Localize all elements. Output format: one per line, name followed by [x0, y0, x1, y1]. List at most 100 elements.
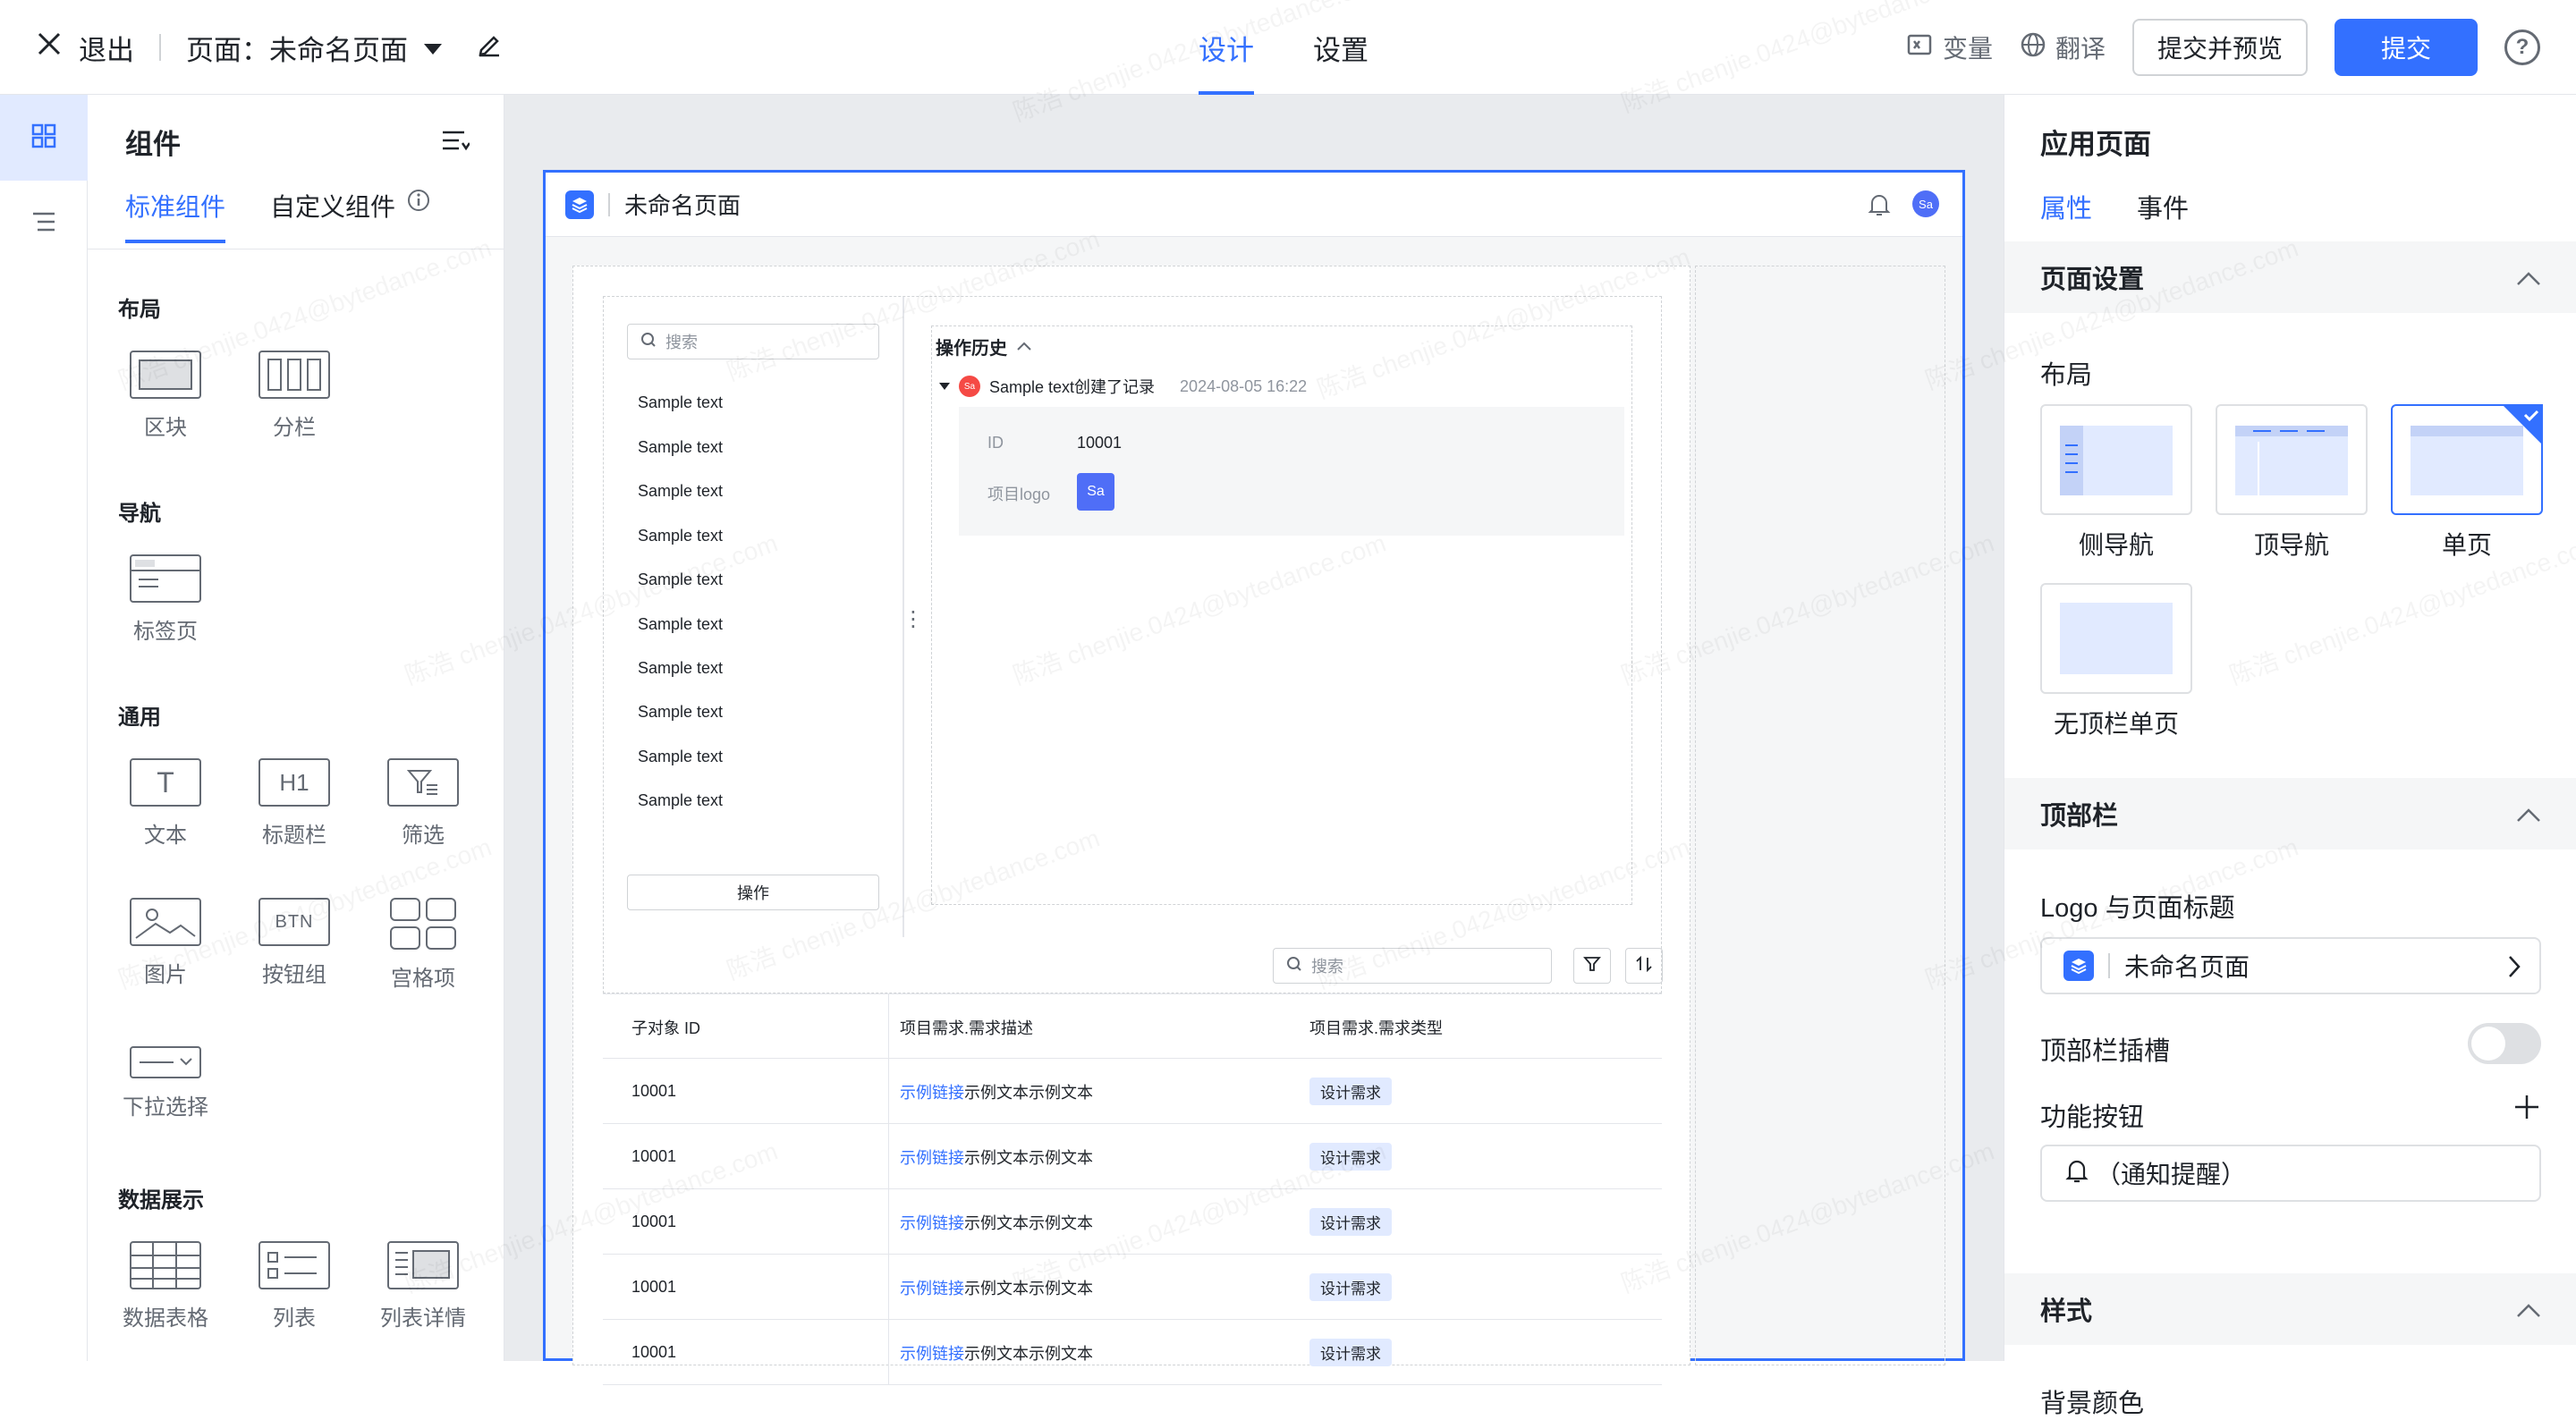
resize-handle-icon[interactable]: ⋮: [902, 606, 924, 632]
list-item[interactable]: Sample text: [638, 527, 723, 545]
column-header[interactable]: 项目需求.需求类型: [1309, 994, 1662, 1060]
history-entry[interactable]: Sa Sample text创建了记录 2024-08-05 16:22: [939, 375, 1307, 398]
logo-title-field[interactable]: 未命名页面: [2040, 937, 2541, 994]
list-item[interactable]: Sample text: [638, 482, 723, 501]
layout-option-side-nav[interactable]: [2040, 404, 2192, 515]
search-placeholder: 搜索: [1311, 958, 1343, 976]
component-title-bar[interactable]: H1 标题栏: [245, 758, 343, 849]
tab-standard-components[interactable]: 标准组件: [125, 188, 226, 243]
component-list[interactable]: 列表: [245, 1241, 343, 1331]
list-item[interactable]: Sample text: [638, 438, 723, 457]
close-icon[interactable]: [36, 30, 63, 64]
layout-label: 布局: [2040, 361, 2093, 390]
text-icon: T: [130, 758, 201, 807]
page-frame[interactable]: 未命名页面 Sa 搜索 Sample text Sample text Samp…: [543, 170, 1965, 1385]
column-header[interactable]: 项目需求.需求描述: [889, 994, 1301, 1060]
component-list-detail[interactable]: 列表详情: [374, 1241, 472, 1331]
layout-option-top-nav[interactable]: [2216, 404, 2368, 515]
plus-icon[interactable]: [2512, 1093, 2541, 1126]
table-row[interactable]: 10001 示例链接 示例文本示例文本 设计需求: [603, 1059, 1662, 1124]
component-grid[interactable]: 宫格项: [374, 898, 472, 992]
operation-button[interactable]: 操作: [627, 875, 879, 910]
submit-preview-button[interactable]: 提交并预览: [2131, 19, 2308, 76]
components-rail-button[interactable]: [0, 95, 88, 181]
search-placeholder: 搜索: [665, 334, 698, 351]
filter-button[interactable]: [1573, 948, 1611, 984]
tab-design[interactable]: 设计: [1199, 0, 1254, 95]
component-label: 列表详情: [380, 1306, 466, 1331]
info-icon[interactable]: [406, 188, 431, 224]
function-button-item[interactable]: （通知提醒）: [2040, 1145, 2541, 1202]
submit-button[interactable]: 提交: [2334, 19, 2478, 76]
component-button-group[interactable]: BTN 按钮组: [245, 898, 343, 988]
chevron-up-icon[interactable]: [1016, 336, 1032, 357]
translate-button[interactable]: 翻译: [2020, 30, 2106, 65]
list-item[interactable]: Sample text: [638, 393, 723, 412]
component-columns[interactable]: 分栏: [245, 351, 343, 441]
layout-option-single-page[interactable]: [2391, 404, 2543, 515]
chevron-up-icon[interactable]: [2516, 801, 2541, 831]
example-link[interactable]: 示例链接: [900, 1211, 964, 1234]
example-link[interactable]: 示例链接: [900, 1276, 964, 1299]
chevron-up-icon[interactable]: [2516, 1297, 2541, 1326]
empty-block[interactable]: [1695, 266, 1945, 1365]
variable-button[interactable]: 变量: [1907, 30, 1993, 65]
caret-down-icon[interactable]: [939, 377, 950, 396]
list-column[interactable]: 搜索 Sample text Sample text Sample text S…: [604, 297, 904, 937]
content-block[interactable]: 搜索 Sample text Sample text Sample text S…: [572, 266, 1690, 1385]
tab-settings[interactable]: 设置: [1313, 0, 1368, 95]
list-item[interactable]: Sample text: [638, 703, 723, 722]
component-image[interactable]: 图片: [116, 898, 215, 988]
outline-icon: [30, 208, 57, 240]
list-item[interactable]: Sample text: [638, 748, 723, 766]
table-search-input[interactable]: 搜索: [1273, 948, 1552, 984]
tab-events[interactable]: 事件: [2137, 188, 2189, 245]
id-value: 10001: [1077, 434, 1123, 452]
list-item[interactable]: Sample text: [638, 571, 723, 589]
table-row[interactable]: 10001 示例链接 示例文本示例文本 设计需求: [603, 1255, 1662, 1320]
topbar-section-header[interactable]: 顶部栏: [2004, 778, 2576, 849]
list-item[interactable]: Sample text: [638, 791, 723, 810]
column-header[interactable]: 子对象 ID: [603, 994, 889, 1060]
component-filter[interactable]: 筛选: [374, 758, 472, 849]
style-section-header[interactable]: 样式: [2004, 1273, 2576, 1345]
example-link[interactable]: 示例链接: [900, 1080, 964, 1103]
chevron-up-icon[interactable]: [2516, 265, 2541, 294]
avatar[interactable]: Sa: [1912, 190, 1939, 217]
component-tabs[interactable]: 标签页: [116, 554, 215, 645]
table-row[interactable]: 10001 示例链接 示例文本示例文本 设计需求: [603, 1124, 1662, 1189]
list-item[interactable]: Sample text: [638, 615, 723, 634]
data-table[interactable]: 子对象 ID 项目需求.需求描述 项目需求.需求类型 10001 示例链接 示例文…: [603, 993, 1662, 1385]
component-text[interactable]: T 文本: [116, 758, 215, 849]
topbar-slot-toggle[interactable]: [2468, 1023, 2541, 1064]
tab-custom-components[interactable]: 自定义组件: [270, 188, 431, 243]
table-row[interactable]: 10001 示例链接 示例文本示例文本 设计需求: [603, 1189, 1662, 1255]
component-label: 图片: [144, 963, 187, 987]
history-entry-text: Sample text创建了记录: [989, 378, 1156, 396]
split-layout[interactable]: 搜索 Sample text Sample text Sample text S…: [603, 296, 1663, 993]
page-selector[interactable]: 页面：未命名页面: [186, 28, 408, 68]
page-topbar[interactable]: 未命名页面 Sa: [546, 173, 1962, 237]
logo-key: 项目logo: [987, 486, 1051, 503]
caret-down-icon[interactable]: [424, 31, 442, 63]
component-block[interactable]: 区块: [116, 351, 215, 441]
layout-option-no-topbar[interactable]: [2040, 583, 2192, 694]
tab-properties[interactable]: 属性: [2040, 188, 2093, 245]
component-data-table[interactable]: 数据表格: [116, 1241, 215, 1331]
bell-icon[interactable]: [1868, 192, 1891, 222]
sort-button[interactable]: [1625, 948, 1663, 984]
page-settings-header[interactable]: 页面设置: [2004, 241, 2576, 313]
list-item[interactable]: Sample text: [638, 659, 723, 678]
list-search-input[interactable]: 搜索: [627, 324, 879, 359]
history-title-row[interactable]: 操作历史: [936, 334, 1032, 359]
collapse-menu-icon[interactable]: [441, 129, 471, 158]
example-link[interactable]: 示例链接: [900, 1145, 964, 1169]
cell-id: 10001: [603, 1189, 889, 1255]
outline-rail-button[interactable]: [0, 181, 88, 266]
edit-icon[interactable]: [476, 30, 503, 64]
component-dropdown[interactable]: 下拉选择: [116, 1046, 215, 1120]
table-row[interactable]: 10001 示例链接 示例文本示例文本 设计需求: [603, 1320, 1662, 1385]
exit-button[interactable]: 退出: [79, 28, 134, 68]
help-icon[interactable]: ?: [2504, 30, 2540, 65]
operation-history[interactable]: 操作历史 Sa Sample text创建了记录 2024-08-05 16:2…: [931, 325, 1632, 905]
